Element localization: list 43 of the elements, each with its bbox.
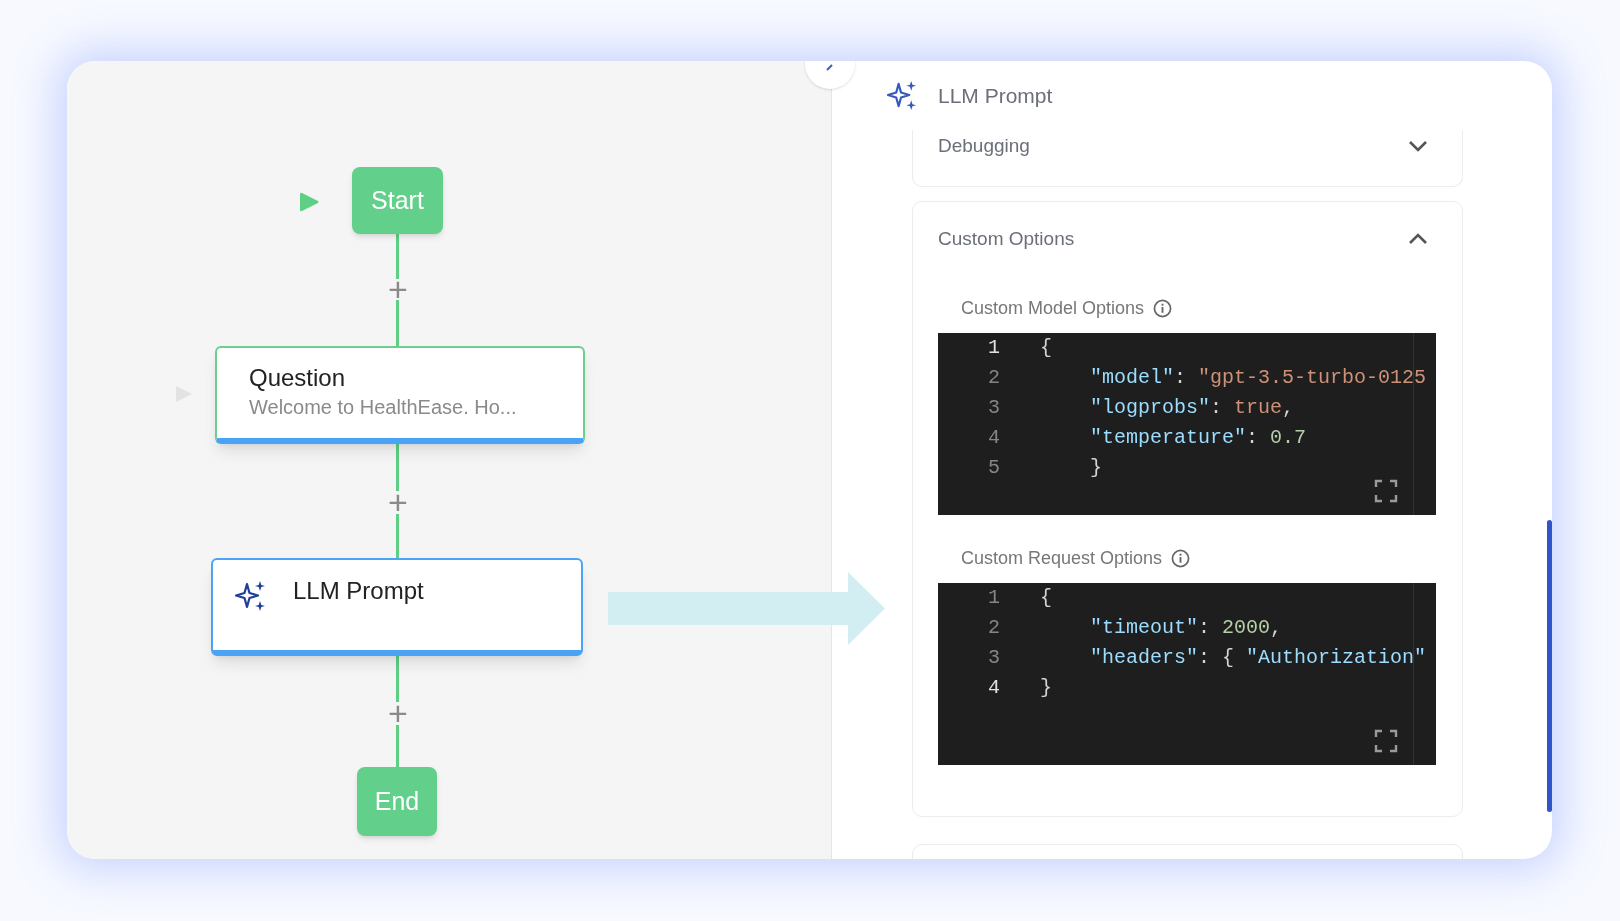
- code-line: "temperature": 0.7: [1089, 425, 1307, 451]
- node-subtitle: Welcome to HealthEase. Ho...: [249, 395, 518, 420]
- line-number: 1: [987, 585, 1000, 611]
- llm-prompt-node[interactable]: LLM Prompt: [211, 558, 583, 656]
- code-editor[interactable]: 1 { 2 "timeout": 2000, 3 "headers": { "Authorization" 4 }: [938, 583, 1436, 765]
- arrow-icon: [608, 572, 885, 645]
- panel-title: LLM Prompt: [938, 82, 1053, 109]
- collapse-icon[interactable]: [1408, 233, 1428, 245]
- node-title: Question: [249, 363, 347, 393]
- section-title: Custom Options: [938, 226, 1075, 251]
- code-line: }: [1089, 455, 1102, 481]
- code-line: "headers": { "Authorization": [1089, 645, 1427, 671]
- node-title: LLM Prompt: [293, 576, 424, 606]
- code-line: {: [1040, 585, 1052, 611]
- end-node[interactable]: End: [357, 767, 437, 836]
- line-number: 3: [987, 645, 1000, 671]
- code-line: "model": "gpt-3.5-turbo-0125: [1089, 365, 1427, 391]
- expand-icon[interactable]: [1408, 140, 1428, 152]
- code-line: "timeout": 2000,: [1089, 615, 1283, 641]
- code-line: {: [1040, 335, 1052, 361]
- info-icon: [1171, 548, 1191, 568]
- code-line: }: [1040, 675, 1052, 701]
- line-number: 3: [987, 395, 1000, 421]
- field-label: Custom Request Options: [961, 546, 1163, 570]
- line-number: 1: [987, 335, 1000, 361]
- start-node[interactable]: Start: [352, 167, 443, 234]
- question-node[interactable]: Question Welcome to HealthEase. Ho...: [215, 346, 585, 444]
- line-number: 4: [987, 675, 1000, 701]
- fullscreen-icon[interactable]: [1374, 729, 1398, 753]
- add-step-button[interactable]: +: [385, 489, 411, 515]
- line-number: 5: [987, 455, 1000, 481]
- field-label: Custom Model Options: [961, 296, 1145, 320]
- line-number: 4: [987, 425, 1000, 451]
- add-step-button[interactable]: +: [385, 276, 411, 302]
- code-line: "logprobs": true,: [1089, 395, 1295, 421]
- code-editor[interactable]: 1 { 2 "model": "gpt-3.5-turbo-0125 3 "logprobs": true, 4 "temperature": 0.7 5 }: [938, 333, 1436, 515]
- section-title: Debugging: [938, 133, 1030, 158]
- add-step-button[interactable]: +: [385, 700, 411, 726]
- sparkle-icon: [887, 80, 918, 111]
- line-number: 2: [987, 615, 1000, 641]
- fullscreen-icon[interactable]: [1374, 479, 1398, 503]
- info-icon: [1153, 298, 1173, 318]
- line-number: 2: [987, 365, 1000, 391]
